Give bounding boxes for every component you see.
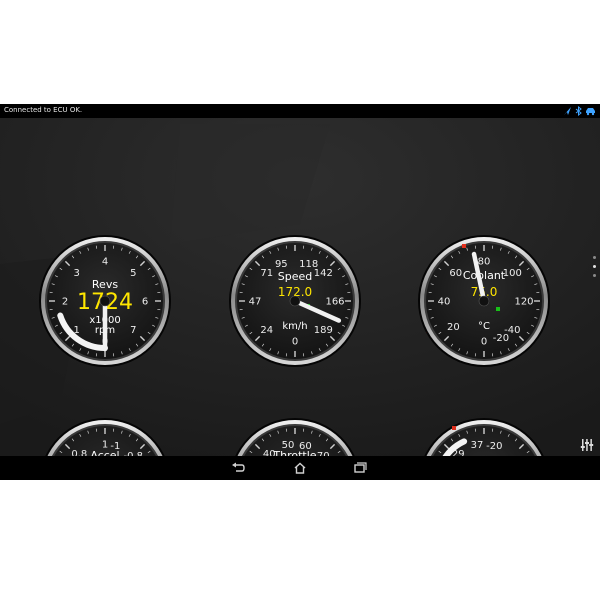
limit-marker: [462, 244, 466, 248]
scale-label: 142: [314, 268, 333, 279]
scale-label: -20: [493, 333, 509, 344]
scale-label: 189: [314, 325, 333, 336]
scale-label: 71: [260, 268, 273, 279]
needle-hub: [289, 295, 301, 307]
scale-label: -20: [486, 441, 502, 452]
scale-label: 0: [481, 337, 487, 348]
gauge-panel: 01234567Revs1724x1000rpm0244771951181421…: [39, 235, 550, 480]
scale-label: 7: [130, 325, 136, 336]
gauge-unit: km/h: [282, 321, 307, 332]
gauge-unit: °C: [478, 321, 490, 332]
gauge-speed[interactable]: 024477195 118142166189Speed172.0km/h: [229, 235, 430, 367]
scale-label: 100: [503, 268, 522, 279]
scale-label: 3: [74, 268, 80, 279]
value-marker: [496, 307, 500, 311]
scale-label: 166: [325, 297, 344, 308]
settings-sliders-icon[interactable]: [580, 438, 594, 452]
back-icon[interactable]: [231, 462, 245, 474]
scale-label: 0: [292, 337, 298, 348]
home-icon[interactable]: [293, 462, 307, 474]
scale-label: 4: [102, 257, 108, 268]
scale-label: 5: [130, 268, 136, 279]
needle-hub: [99, 295, 111, 307]
scale-label: 20: [447, 322, 460, 333]
gauge-label: Coolant: [463, 269, 506, 282]
scale-label: 40: [438, 297, 451, 308]
gauge-coolant[interactable]: 020406080100120-40-20Coolant75.0°C: [418, 235, 550, 367]
gauge-label: Speed: [278, 270, 312, 283]
app-screen: Connected to ECU OK. 01234567Revs1724x10…: [0, 104, 600, 480]
needle-hub: [478, 295, 490, 307]
scale-label: 6: [142, 297, 148, 308]
scale-label: 2: [62, 297, 68, 308]
scale-label: 120: [514, 297, 533, 308]
scale-label: 80: [478, 257, 491, 268]
page-dot[interactable]: [593, 274, 596, 277]
scale-label: 37: [471, 440, 484, 451]
scale-label: 47: [249, 297, 262, 308]
scale-label: 1: [74, 325, 80, 336]
scale-label: 24: [260, 325, 273, 336]
scale-label: 60: [449, 268, 462, 279]
scale-label: 95: [275, 259, 288, 270]
navigation-bar: [0, 456, 600, 480]
page-indicator: [593, 256, 597, 296]
page-dot-active[interactable]: [593, 265, 596, 268]
limit-marker: [452, 426, 456, 430]
page-dot[interactable]: [593, 256, 596, 259]
recent-apps-icon[interactable]: [353, 462, 367, 474]
